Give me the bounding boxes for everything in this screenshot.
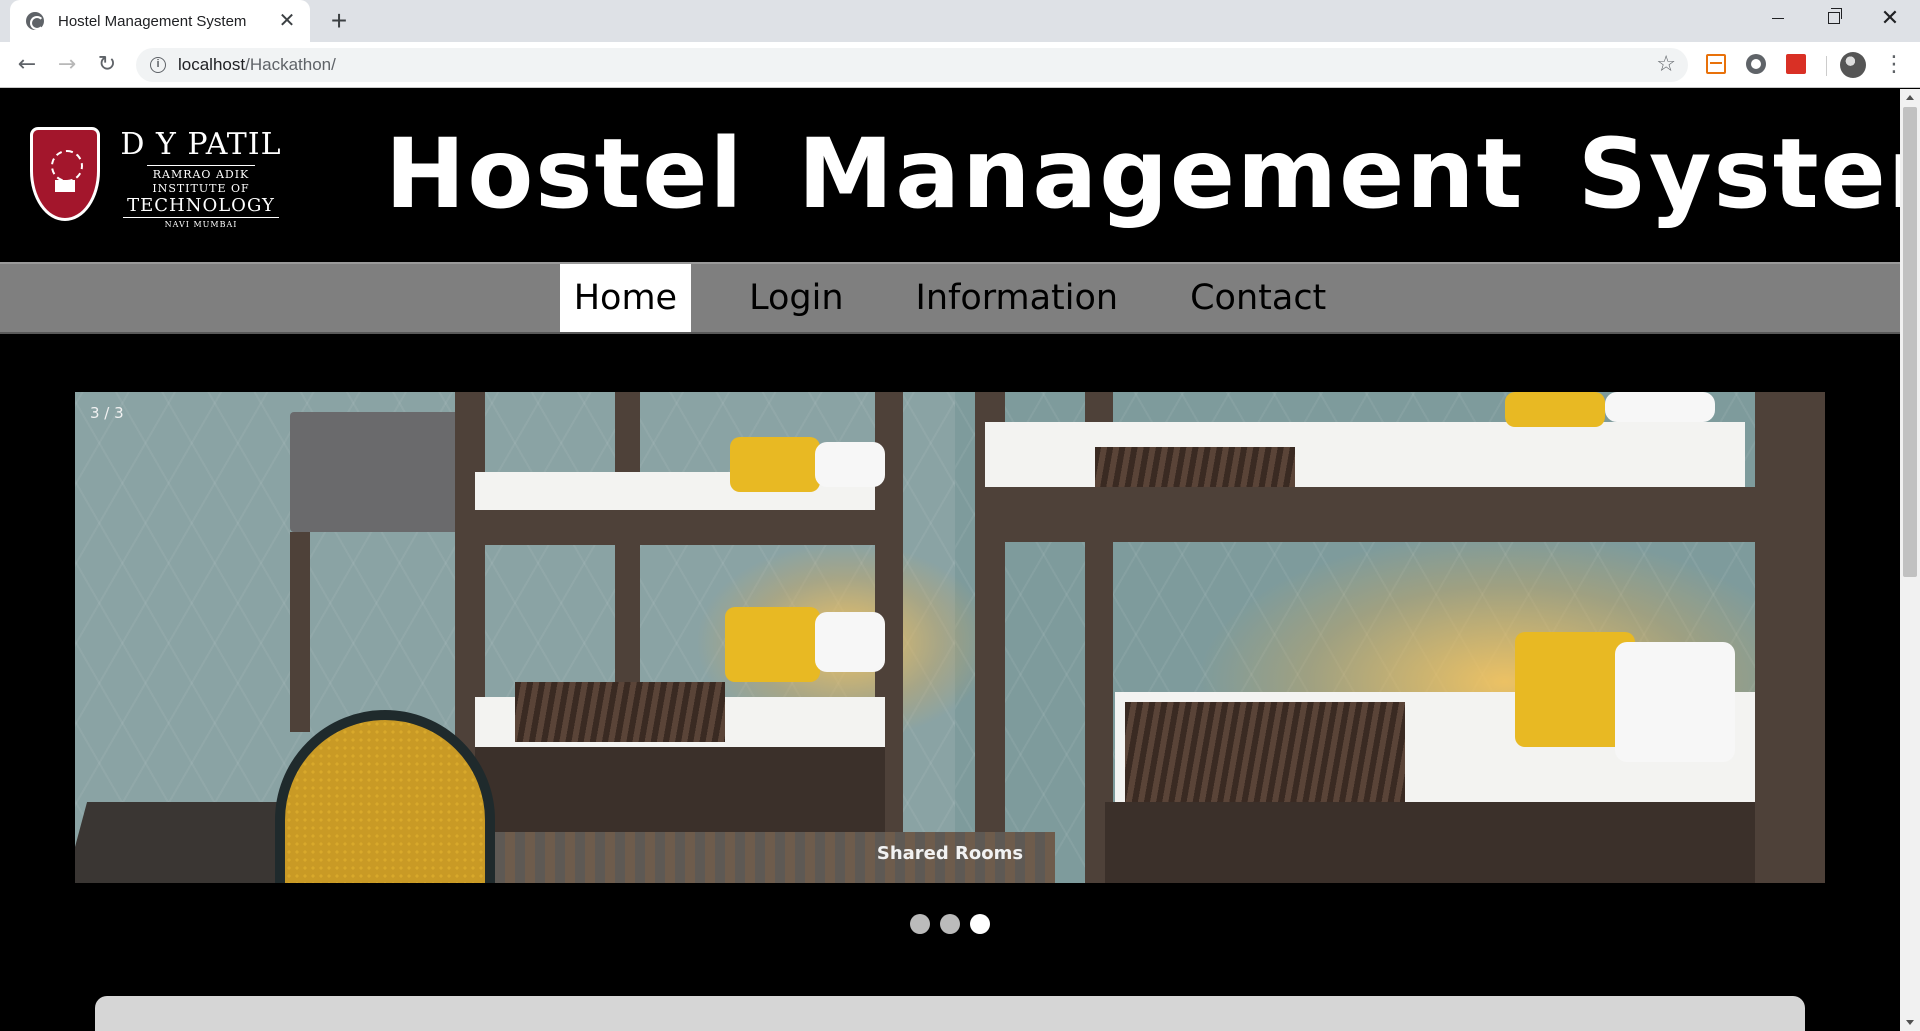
bunk-post — [1755, 392, 1825, 883]
slide-caption: Shared Rooms — [876, 843, 1024, 864]
nav-information[interactable]: Information — [902, 264, 1133, 332]
headboard-left — [290, 412, 470, 532]
back-button[interactable]: ← — [12, 50, 42, 80]
extension-circle-icon[interactable] — [1746, 54, 1766, 74]
fur-blanket — [1095, 447, 1295, 492]
room-slideshow[interactable]: 3 / 3 Shared Rooms — [75, 392, 1825, 883]
extension-bookmark-icon[interactable] — [1786, 54, 1806, 74]
url-host: localhost — [178, 55, 246, 74]
close-tab-icon[interactable]: ✕ — [276, 10, 298, 32]
slideshow-dots — [0, 914, 1900, 934]
logo-line-2: RAMRAO ADIK — [146, 165, 256, 181]
scroll-thumb[interactable] — [1903, 107, 1917, 577]
bookmark-star-icon[interactable]: ☆ — [1656, 50, 1676, 80]
forward-button[interactable]: → — [52, 50, 82, 80]
yellow-pillow — [730, 437, 820, 492]
nav-home[interactable]: Home — [559, 264, 692, 332]
slide-dot-3[interactable] — [970, 914, 990, 934]
site-header: D Y PATIL RAMRAO ADIK INSTITUTE OF TECHN… — [0, 89, 1900, 264]
globe-icon — [26, 12, 44, 30]
college-logo: D Y PATIL RAMRAO ADIK INSTITUTE OF TECHN… — [30, 127, 281, 229]
fur-blanket — [515, 682, 725, 742]
browser-toolbar: ← → ↻ i localhost/Hackathon/ ☆ — [0, 42, 1920, 88]
site-info-icon[interactable]: i — [150, 57, 166, 73]
logo-line-5: NAVI MUMBAI — [164, 220, 238, 229]
logo-text: D Y PATIL RAMRAO ADIK INSTITUTE OF TECHN… — [116, 127, 286, 232]
reload-button[interactable]: ↻ — [92, 50, 122, 80]
restore-button[interactable] — [1806, 0, 1862, 36]
page-scrollbar[interactable] — [1900, 89, 1920, 1031]
browser-tab-strip: Hostel Management System ✕ + ✕ — [0, 0, 1920, 42]
yellow-pillow — [725, 607, 820, 682]
logo-shield-icon — [30, 127, 100, 221]
tab-title: Hostel Management System — [58, 12, 247, 30]
restore-icon — [1828, 8, 1842, 24]
scroll-down-arrow-icon[interactable] — [1906, 1020, 1914, 1025]
nav-contact[interactable]: Contact — [1176, 264, 1340, 332]
slide-image-shared-rooms: 3 / 3 Shared Rooms — [75, 392, 1825, 883]
url-path: /Hackathon/ — [245, 55, 336, 74]
bunk-rail — [475, 510, 875, 545]
page-viewport: D Y PATIL RAMRAO ADIK INSTITUTE OF TECHN… — [0, 89, 1900, 1031]
address-bar[interactable]: i localhost/Hackathon/ ☆ — [136, 48, 1688, 82]
new-tab-button[interactable]: + — [324, 6, 354, 36]
white-pillow — [815, 442, 885, 487]
yellow-pillow — [1505, 392, 1605, 427]
toolbar-divider — [1826, 56, 1827, 76]
extension-layout-icon[interactable] — [1706, 54, 1726, 74]
white-pillow — [1615, 642, 1735, 762]
content-panel — [95, 996, 1805, 1031]
logo-line-1: D Y PATIL — [120, 127, 282, 162]
frame-post — [290, 532, 310, 732]
white-pillow — [815, 612, 885, 672]
browser-menu-icon[interactable]: ⋮ — [1882, 50, 1906, 80]
white-pillow — [1605, 392, 1715, 422]
slide-counter: 3 / 3 — [90, 404, 124, 422]
url-text[interactable]: localhost/Hackathon/ — [178, 55, 336, 75]
bunk-rail — [985, 487, 1825, 542]
logo-line-4: TECHNOLOGY — [123, 195, 279, 218]
page-title: Hostel Management System — [385, 118, 1900, 230]
main-nav: Home Login Information Contact — [0, 264, 1900, 334]
minimize-icon — [1772, 17, 1784, 19]
nav-login[interactable]: Login — [735, 264, 857, 332]
profile-avatar[interactable] — [1840, 52, 1866, 78]
minimize-button[interactable] — [1750, 0, 1806, 36]
slide-dot-1[interactable] — [910, 914, 930, 934]
slide-dot-2[interactable] — [940, 914, 960, 934]
close-window-button[interactable]: ✕ — [1862, 0, 1918, 36]
browser-tab[interactable]: Hostel Management System ✕ — [10, 0, 310, 42]
fur-blanket — [1125, 702, 1405, 802]
scroll-up-arrow-icon[interactable] — [1906, 95, 1914, 100]
logo-line-3: INSTITUTE OF — [152, 182, 250, 195]
